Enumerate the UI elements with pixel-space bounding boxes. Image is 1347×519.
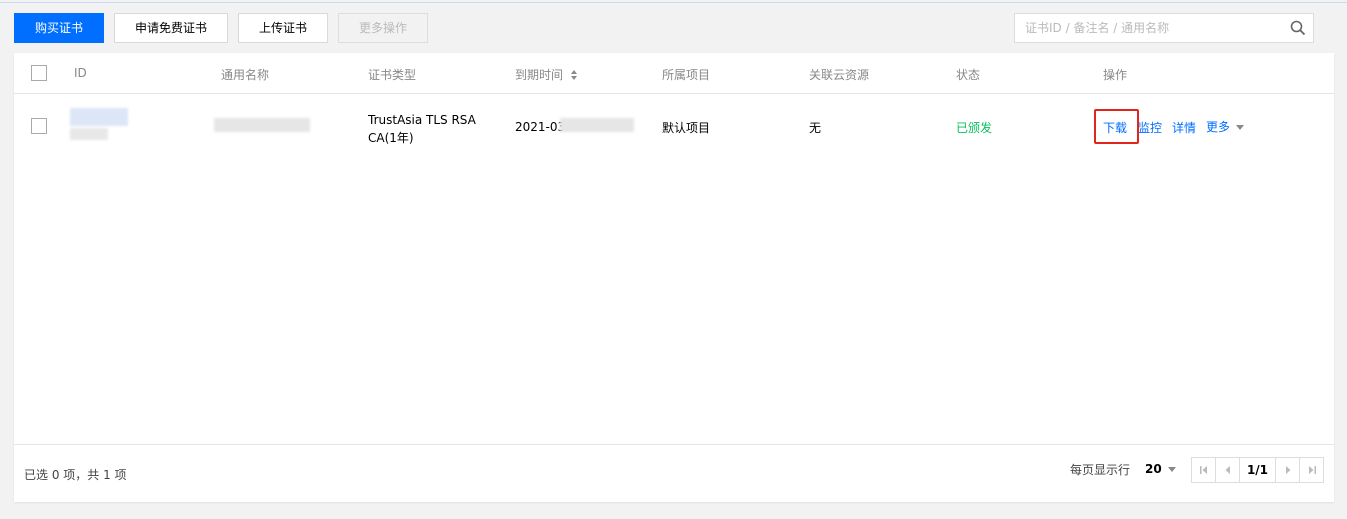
cert-type-line2: CA(1年) [368,131,414,145]
row-checkbox[interactable] [31,118,47,134]
pagination: 1/1 [1191,457,1324,483]
col-cert-type: 证书类型 [368,68,417,82]
cert-type: TrustAsia TLS RSA CA(1年) [368,111,476,147]
detail-link[interactable]: 详情 [1172,119,1196,136]
project: 默认项目 [662,121,711,135]
col-expiry[interactable]: 到期时间 [515,66,578,83]
table-header: ID 通用名称 证书类型 到期时间 所属项目 关联云资源 状态 操作 [14,53,1334,94]
col-expiry-label: 到期时间 [515,68,564,82]
col-actions: 操作 [1103,68,1128,82]
col-status: 状态 [956,68,981,82]
expiry-date-redacted [560,118,634,132]
per-page-value: 20 [1145,462,1162,476]
chevron-down-icon [1167,467,1176,472]
common-name-redacted [214,118,310,132]
table-footer: 已选 0 项，共 1 项 每页显示行 20 1/1 [14,444,1334,502]
col-project: 所属项目 [662,68,711,82]
selection-summary: 已选 0 项，共 1 项 [24,468,127,482]
per-page-select[interactable]: 20 [1145,462,1176,476]
monitor-link[interactable]: 监控 [1138,119,1162,136]
download-highlight-box [1094,109,1139,144]
apply-free-cert-button[interactable]: 申请免费证书 [114,13,228,43]
table-row: TrustAsia TLS RSA CA(1年) 2021-03 默认项目 无 … [14,94,1334,160]
search-input[interactable] [1015,14,1275,42]
cloud-resource: 无 [809,121,822,135]
prev-page-button[interactable] [1216,458,1240,482]
search-box [1014,13,1314,43]
last-page-button[interactable] [1300,458,1323,482]
more-dropdown[interactable]: 更多 [1206,118,1245,135]
buy-cert-button[interactable]: 购买证书 [14,13,104,43]
cert-table-panel: ID 通用名称 证书类型 到期时间 所属项目 关联云资源 状态 操作 Trust… [14,53,1334,502]
expiry-date: 2021-03 [515,120,566,134]
select-all-checkbox[interactable] [31,65,47,81]
col-id: ID [74,66,87,80]
col-cloud-resource: 关联云资源 [809,68,870,82]
page-indicator: 1/1 [1240,458,1276,482]
top-border [0,0,1347,3]
first-page-button[interactable] [1192,458,1216,482]
col-common-name: 通用名称 [221,68,270,82]
cert-type-line1: TrustAsia TLS RSA [368,113,476,127]
upload-cert-button[interactable]: 上传证书 [238,13,328,43]
status-badge: 已颁发 [956,121,993,135]
sort-icon[interactable] [570,69,578,81]
chevron-down-icon [1236,125,1245,130]
more-label: 更多 [1206,120,1231,134]
next-page-button[interactable] [1276,458,1300,482]
per-page-label: 每页显示行 [1070,463,1131,477]
search-icon[interactable] [1290,20,1306,36]
more-operations-button: 更多操作 [338,13,428,43]
